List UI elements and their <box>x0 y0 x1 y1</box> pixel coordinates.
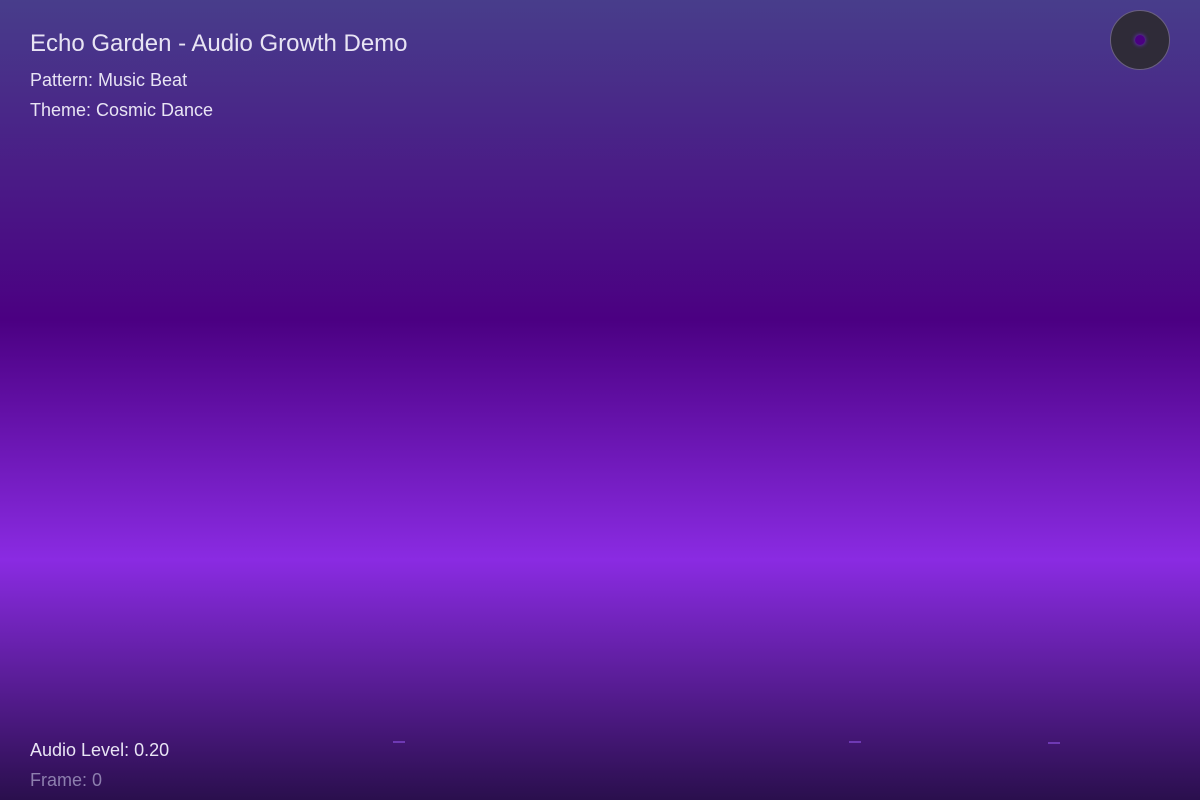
pattern-label: Pattern: Music Beat <box>30 70 188 90</box>
mic-level-icon <box>1135 35 1145 45</box>
theme-label: Theme: Cosmic Dance <box>30 100 214 120</box>
seed-sprout <box>849 741 861 743</box>
frame-counter: Frame: 0 <box>30 770 103 790</box>
demo-title: Echo Garden - Audio Growth Demo <box>30 30 408 57</box>
audio-level-readout: Audio Level: 0.20 <box>30 740 170 760</box>
seed-sprout <box>393 741 405 743</box>
audio-indicator-button[interactable] <box>1110 10 1170 70</box>
seed-sprout <box>1048 742 1060 744</box>
garden-canvas[interactable]: Echo Garden - Audio Growth Demo Pattern:… <box>0 0 1200 800</box>
